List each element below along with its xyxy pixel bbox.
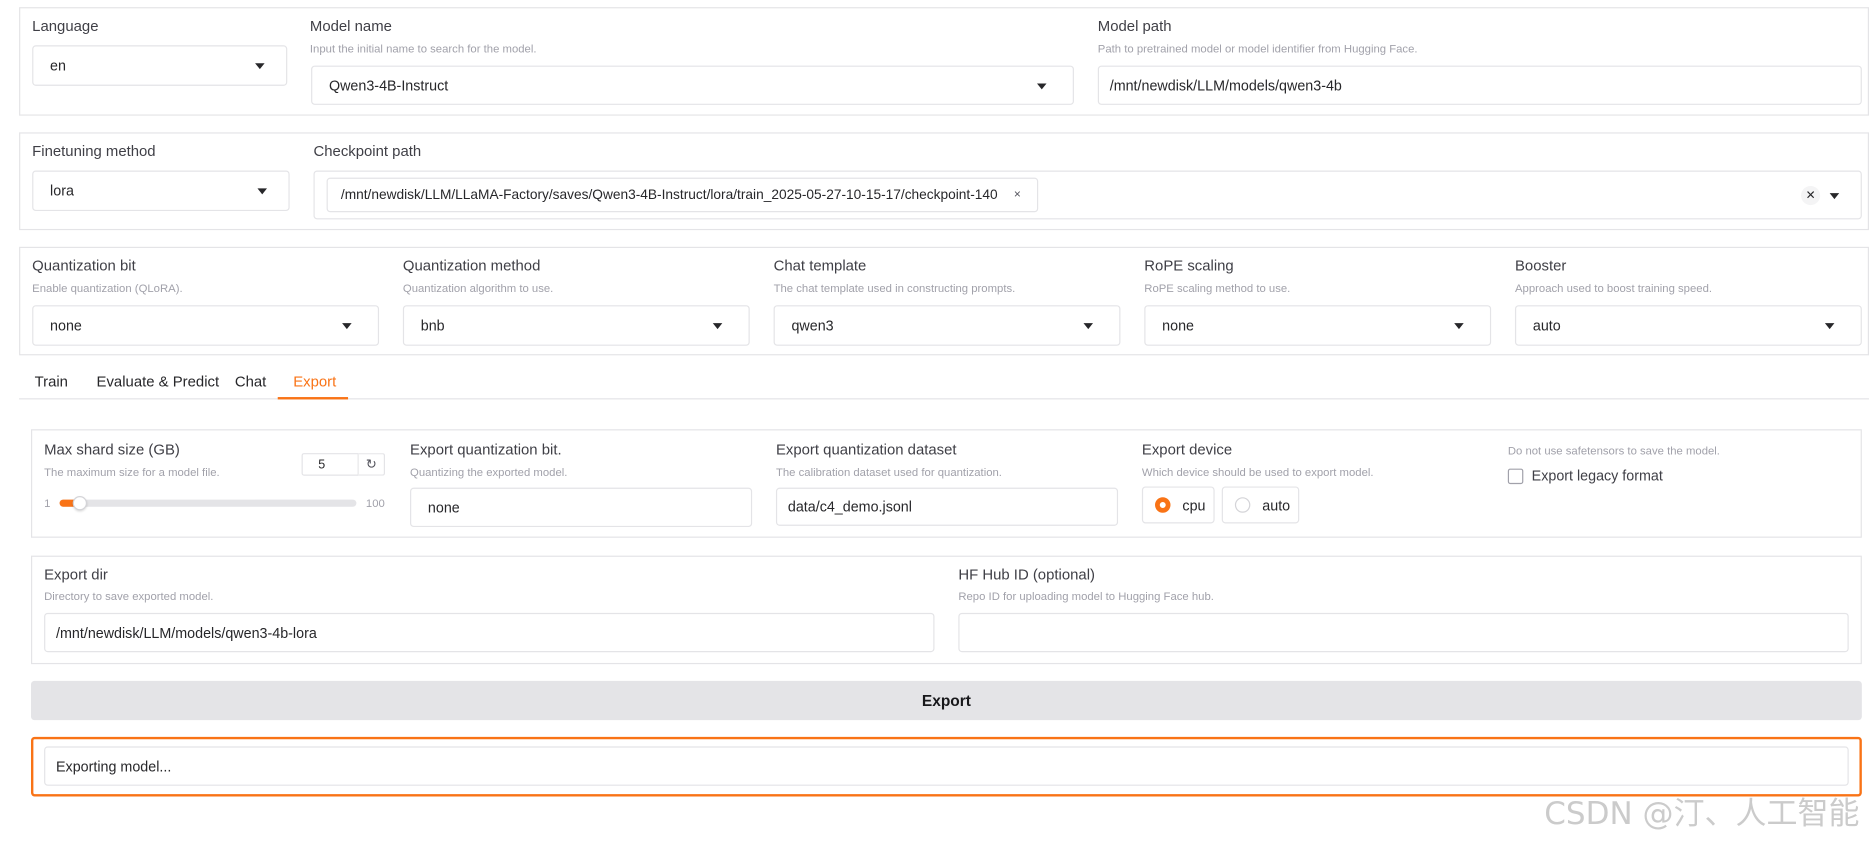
export-quantization-bit-label: Export quantization bit.	[410, 441, 562, 458]
finetuning-method-value: lora	[50, 182, 74, 200]
chevron-down-icon	[1824, 323, 1835, 330]
max-shard-size-label: Max shard size (GB)	[44, 441, 180, 458]
booster-label: Booster	[1514, 257, 1567, 275]
checkpoint-path-dropdown[interactable]: /mnt/newdisk/LLM/LLaMA-Factory/saves/Qwe…	[313, 170, 1862, 220]
slider-thumb[interactable]	[72, 496, 88, 511]
export-device-info: Which device should be used to export mo…	[1141, 466, 1374, 480]
chevron-down-icon	[1037, 82, 1047, 89]
export-legacy-format-checkbox[interactable]	[1507, 468, 1524, 485]
export-device-label: Export device	[1141, 441, 1233, 458]
max-shard-size-value: 5	[318, 457, 326, 472]
hf-hub-id-info: Repo ID for uploading model to Hugging F…	[958, 590, 1214, 604]
export-dir-label: Export dir	[44, 566, 108, 584]
booster-info: Approach used to boost training speed.	[1514, 282, 1713, 296]
export-quantization-dataset-value: data/c4_demo.jsonl	[787, 498, 912, 516]
chevron-down-icon	[255, 63, 265, 70]
booster-dropdown[interactable]: auto	[1514, 305, 1862, 346]
export-quantization-bit-dropdown[interactable]: none	[410, 487, 753, 528]
chat-template-label: Chat template	[773, 257, 867, 275]
chevron-down-icon	[257, 188, 267, 195]
quantization-bit-dropdown[interactable]: none	[32, 305, 380, 346]
quantization-method-label: Quantization method	[402, 257, 541, 275]
quantization-bit-label: Quantization bit	[32, 257, 136, 275]
finetuning-method-dropdown[interactable]: lora	[32, 170, 290, 212]
export-quantization-dataset-info: The calibration dataset used for quantiz…	[775, 466, 1002, 480]
status-text: Exporting model...	[56, 757, 172, 775]
quantization-method-dropdown[interactable]: bnb	[402, 305, 750, 346]
tab-export[interactable]: Export	[293, 373, 336, 390]
language-dropdown[interactable]: en	[32, 45, 288, 86]
chip-remove-icon[interactable]: ×	[1010, 187, 1025, 203]
export-button-label: Export	[921, 691, 971, 710]
export-button[interactable]: Export	[30, 680, 1862, 721]
export-dir-info: Directory to save exported model.	[44, 590, 214, 604]
model-path-label: Model path	[1097, 17, 1172, 35]
status-output: Exporting model...	[44, 746, 1849, 786]
export-quantization-dataset-input[interactable]: data/c4_demo.jsonl	[775, 487, 1119, 526]
chevron-down-icon	[712, 323, 723, 330]
language-value: en	[50, 57, 66, 74]
checkpoint-chip-label: /mnt/newdisk/LLM/LLaMA-Factory/saves/Qwe…	[340, 187, 998, 203]
slider-max-label: 100	[365, 497, 385, 511]
device-option-auto-label: auto	[1262, 496, 1291, 514]
reset-icon: ↻	[365, 457, 377, 473]
rope-scaling-value: none	[1162, 317, 1194, 334]
export-quantization-bit-info: Quantizing the exported model.	[410, 466, 568, 480]
device-option-cpu-label: cpu	[1182, 496, 1206, 514]
quantization-method-info: Quantization algorithm to use.	[402, 282, 554, 296]
tab-evaluate-predict[interactable]: Evaluate & Predict	[97, 373, 220, 390]
quantization-bit-value: none	[50, 317, 82, 334]
watermark: CSDN @汀、人工智能	[1544, 796, 1860, 833]
language-label: Language	[32, 17, 99, 35]
chevron-down-icon	[1454, 323, 1464, 330]
finetuning-method-label: Finetuning method	[32, 143, 156, 160]
export-legacy-format-label[interactable]: Export legacy format	[1532, 467, 1663, 484]
checkpoint-path-label: Checkpoint path	[313, 143, 422, 160]
booster-value: auto	[1532, 317, 1561, 334]
checkpoint-chip: /mnt/newdisk/LLM/LLaMA-Factory/saves/Qwe…	[326, 177, 1039, 213]
export-dir-value: /mnt/newdisk/LLM/models/qwen3-4b-lora	[56, 624, 317, 641]
rope-scaling-info: RoPE scaling method to use.	[1144, 282, 1291, 296]
max-shard-size-input[interactable]: 5	[301, 453, 359, 476]
model-path-info: Path to pretrained model or model identi…	[1097, 42, 1418, 57]
max-shard-size-slider[interactable]	[59, 496, 357, 511]
export-quantization-dataset-label: Export quantization dataset	[775, 441, 957, 458]
radio-dot-auto	[1234, 497, 1251, 513]
quantization-bit-info: Enable quantization (QLoRA).	[32, 282, 183, 296]
rope-scaling-dropdown[interactable]: none	[1144, 305, 1492, 346]
chevron-down-icon[interactable]	[1829, 192, 1840, 199]
slider-min-label: 1	[44, 497, 51, 511]
export-legacy-format-info: Do not use safetensors to save the model…	[1507, 444, 1720, 458]
device-option-auto[interactable]: auto	[1221, 486, 1300, 524]
hf-hub-id-input[interactable]	[958, 612, 1849, 653]
radio-dot-cpu	[1155, 497, 1171, 513]
tab-train[interactable]: Train	[35, 373, 68, 390]
rope-scaling-label: RoPE scaling	[1144, 257, 1234, 275]
chevron-down-icon	[342, 323, 352, 330]
model-name-dropdown[interactable]: Qwen3-4B-Instruct	[311, 65, 1074, 105]
app-root: Language en Model name Input the initial…	[0, 0, 1869, 843]
tab-chat[interactable]: Chat	[235, 373, 266, 390]
chat-template-value: qwen3	[791, 317, 834, 334]
export-quantization-bit-value: none	[427, 499, 460, 516]
model-name-value: Qwen3-4B-Instruct	[328, 76, 449, 94]
reset-button[interactable]: ↻	[358, 453, 386, 476]
tab-active-indicator	[277, 397, 349, 400]
chat-template-dropdown[interactable]: qwen3	[773, 305, 1121, 346]
export-dir-input[interactable]: /mnt/newdisk/LLM/models/qwen3-4b-lora	[44, 612, 935, 653]
quantization-method-value: bnb	[420, 317, 445, 334]
chat-template-info: The chat template used in constructing p…	[773, 282, 1016, 296]
model-name-label: Model name	[309, 17, 392, 35]
chevron-down-icon	[1083, 323, 1094, 330]
clear-icon[interactable]: ✕	[1801, 186, 1821, 206]
max-shard-size-info: The maximum size for a model file.	[44, 466, 220, 480]
device-option-cpu[interactable]: cpu	[1141, 486, 1215, 524]
model-path-input[interactable]: /mnt/newdisk/LLM/models/qwen3-4b	[1097, 65, 1862, 105]
hf-hub-id-label: HF Hub ID (optional)	[958, 566, 1095, 584]
model-name-info: Input the initial name to search for the…	[309, 42, 537, 57]
model-path-value: /mnt/newdisk/LLM/models/qwen3-4b	[1109, 76, 1342, 94]
